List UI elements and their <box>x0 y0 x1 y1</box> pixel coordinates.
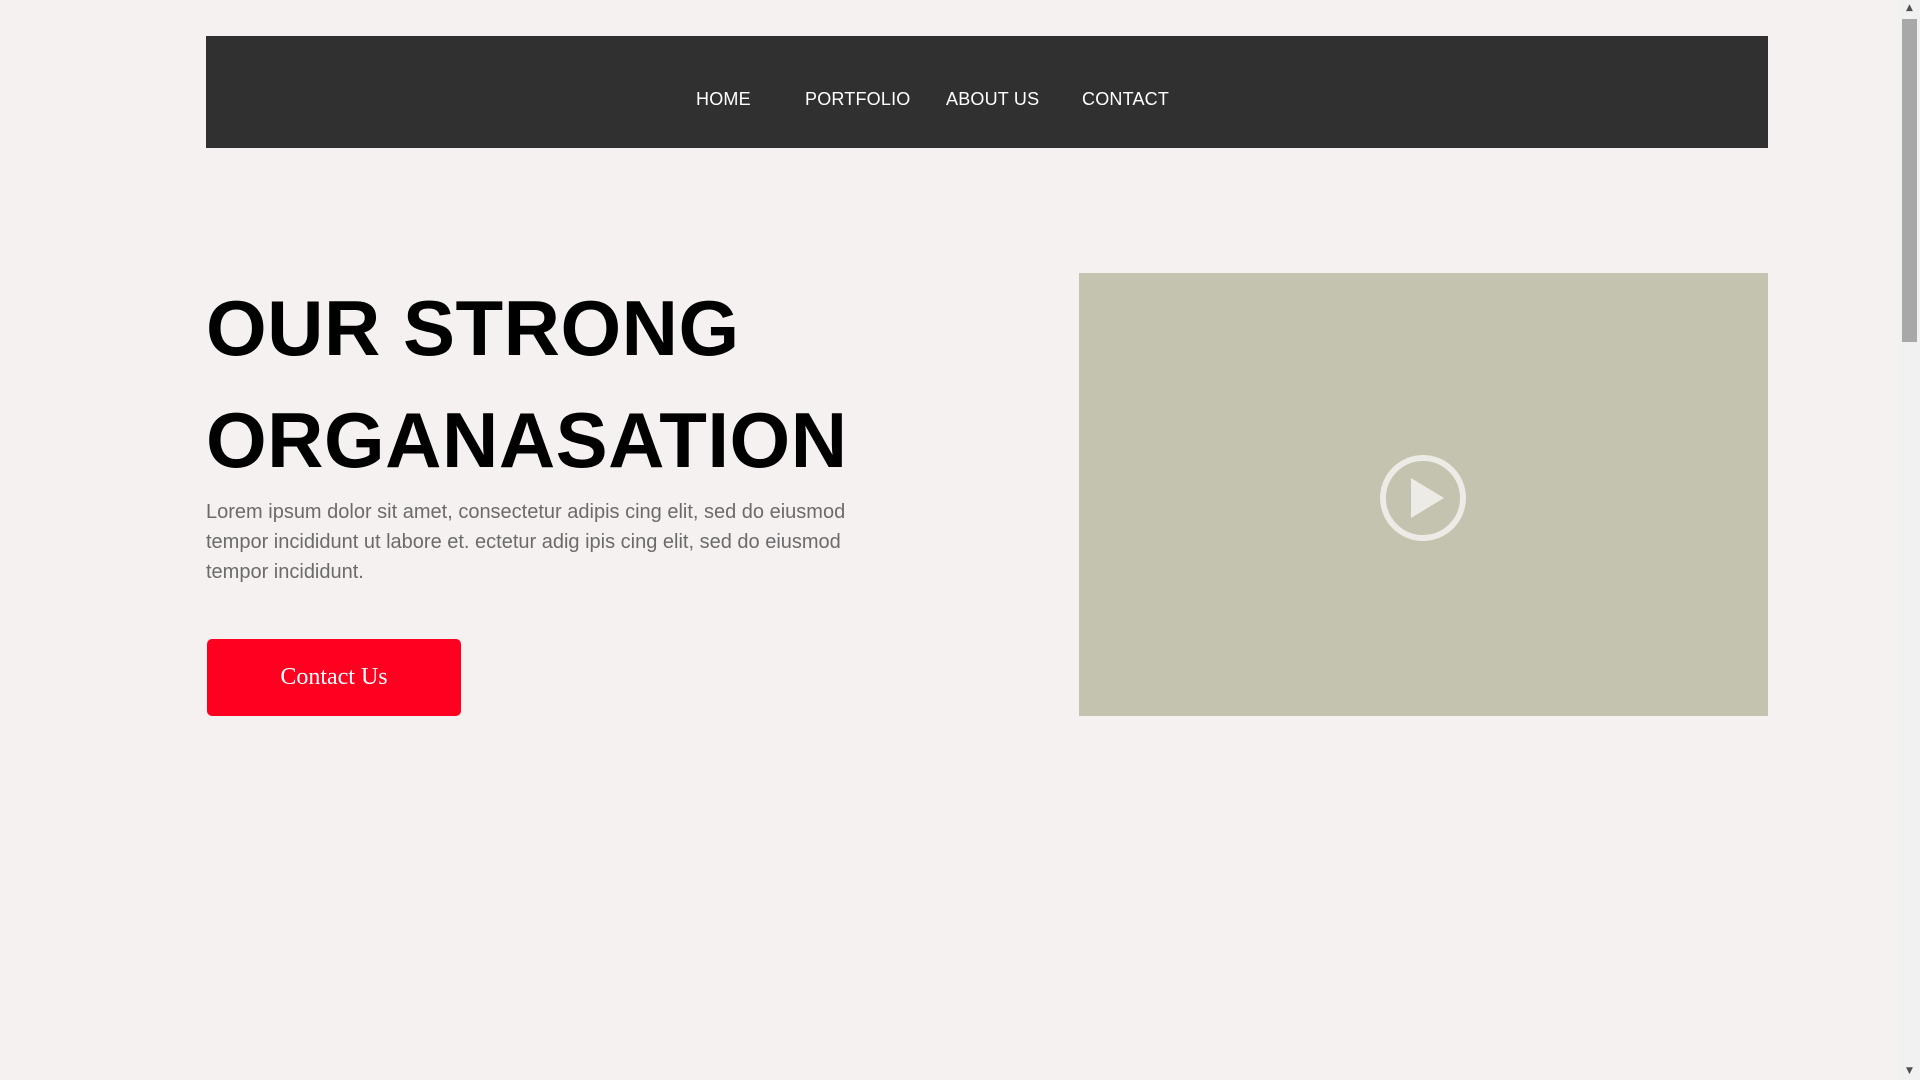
nav-contact-link[interactable]: CONTACT <box>1082 36 1169 148</box>
nav-home-link[interactable]: HOME <box>696 36 751 148</box>
play-circle-icon[interactable] <box>1378 453 1468 543</box>
page: HOME PORTFOLIO ABOUT US CONTACT OUR STRO… <box>0 0 1920 1080</box>
scroll-up-arrow-icon[interactable]: ▲ <box>1899 0 1920 17</box>
scrollbar-thumb[interactable] <box>1902 19 1917 342</box>
hero-title: OUR STRONG ORGANASATION <box>206 272 848 496</box>
contact-us-button[interactable]: Contact Us <box>207 639 461 716</box>
vertical-scrollbar[interactable]: ▲ ▼ <box>1899 0 1920 1080</box>
nav-about-us-link[interactable]: ABOUT US <box>946 36 1039 148</box>
scroll-down-arrow-icon[interactable]: ▼ <box>1899 1063 1920 1080</box>
nav-portfolio-link[interactable]: PORTFOLIO <box>805 36 911 148</box>
hero-title-line-1: OUR STRONG <box>206 284 740 372</box>
top-navbar: HOME PORTFOLIO ABOUT US CONTACT <box>206 36 1768 148</box>
hero-title-line-2: ORGANASATION <box>206 396 848 484</box>
video-placeholder[interactable] <box>1079 273 1768 716</box>
hero-description: Lorem ipsum dolor sit amet, consectetur … <box>206 501 846 583</box>
